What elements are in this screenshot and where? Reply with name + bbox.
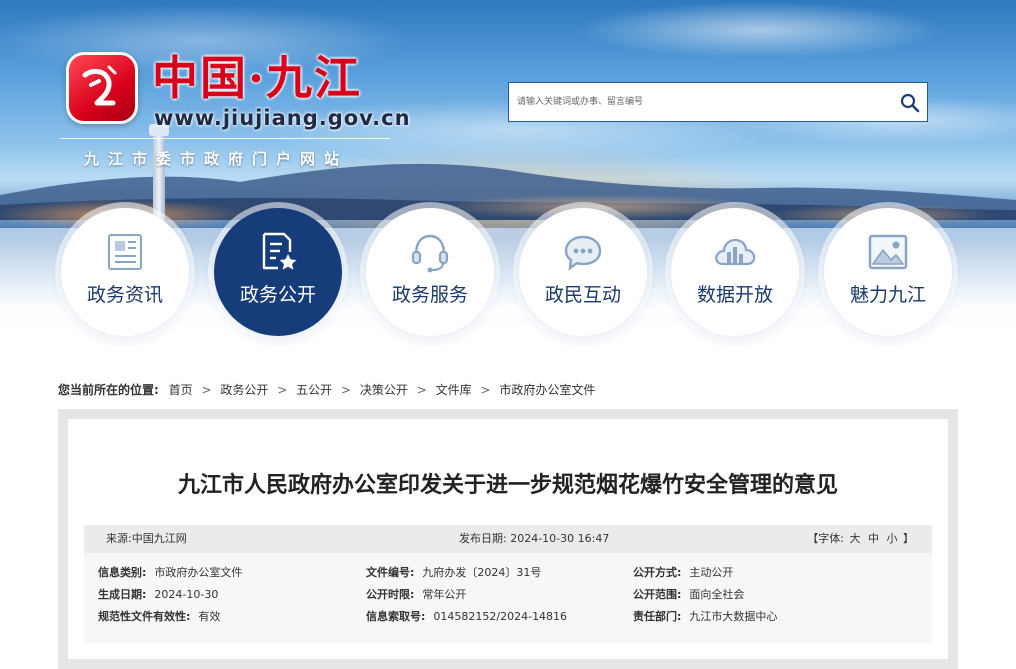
nav-label: 政务公开 xyxy=(239,284,316,306)
news-icon xyxy=(108,234,142,270)
breadcrumb-home[interactable]: 首页 xyxy=(169,383,193,397)
info-label: 信息类别: xyxy=(98,566,147,579)
article-meta-bar: 来源:中国九江网 发布日期: 2024-10-30 16:47 【字体: 大 中… xyxy=(84,525,932,553)
info-table: 信息类别: 市政府办公室文件 文件编号: 九府办发〔2024〕31号 公开方式: 主动… xyxy=(84,553,932,643)
nav-item-charm[interactable]: 魅力九江 xyxy=(824,208,952,336)
breadcrumb: 您当前所在的位置: 首页 > 政务公开 > 五公开 > 决策公开 > 文件库 >… xyxy=(58,381,595,398)
info-label: 文件编号: xyxy=(366,566,415,579)
info-validity: 规范性文件有效性: 有效 xyxy=(98,608,220,624)
info-label: 规范性文件有效性: xyxy=(98,610,191,623)
info-label: 生成日期: xyxy=(98,588,147,601)
breadcrumb-separator: > xyxy=(340,383,352,397)
info-value: 九江市大数据中心 xyxy=(689,610,778,623)
image-icon xyxy=(868,234,908,270)
breadcrumb-separator: > xyxy=(201,383,212,397)
emblem-icon xyxy=(82,65,117,106)
breadcrumb-lead: 您当前所在的位置: xyxy=(58,383,159,397)
breadcrumb-gov-open[interactable]: 政务公开 xyxy=(220,383,268,397)
site-logo-emblem[interactable] xyxy=(66,52,138,124)
chat-icon xyxy=(564,235,602,271)
nav-item-gov-open[interactable]: 政务公开 xyxy=(214,208,342,336)
info-doc-no: 文件编号: 九府办发〔2024〕31号 xyxy=(366,564,541,580)
breadcrumb-five-open[interactable]: 五公开 xyxy=(296,383,332,397)
info-label: 公开方式: xyxy=(633,566,682,579)
breadcrumb-separator: > xyxy=(416,383,427,397)
breadcrumb-file-library[interactable]: 文件库 xyxy=(436,383,472,397)
font-size-switcher: 【字体: 大 中 小 】 xyxy=(807,525,914,553)
font-size-bracket: 】 xyxy=(903,532,914,545)
breadcrumb-separator: > xyxy=(277,383,288,397)
info-label: 公开范围: xyxy=(633,588,682,601)
info-label: 信息索取号: xyxy=(366,610,426,623)
font-large-button[interactable]: 大 xyxy=(850,532,861,545)
info-value: 常年公开 xyxy=(422,588,467,601)
breadcrumb-separator: > xyxy=(480,383,491,397)
info-index-no: 信息索取号: 014582152/2024-14816 xyxy=(366,608,567,624)
font-medium-button[interactable]: 中 xyxy=(868,532,879,545)
font-small-button[interactable]: 小 xyxy=(887,532,898,545)
info-created: 生成日期: 2024-10-30 xyxy=(98,586,218,602)
font-size-label: 【字体: xyxy=(807,532,844,545)
info-label: 公开时限: xyxy=(366,588,415,601)
info-label: 责任部门: xyxy=(633,610,682,623)
site-url[interactable]: www.jiujiang.gov.cn xyxy=(154,106,411,130)
nav-label: 魅力九江 xyxy=(849,284,926,306)
logo-divider xyxy=(60,138,390,139)
nav-item-interaction[interactable]: 政民互动 xyxy=(519,208,647,336)
site-title[interactable]: 中国·九江 xyxy=(152,52,362,104)
info-value: 九府办发〔2024〕31号 xyxy=(422,566,542,579)
nav-label: 政民互动 xyxy=(544,284,621,306)
document-star-icon xyxy=(262,232,297,270)
info-value: 2024-10-30 xyxy=(154,588,219,601)
info-value: 014582152/2024-14816 xyxy=(433,610,568,623)
search-input[interactable] xyxy=(509,83,889,121)
search-box xyxy=(508,82,928,122)
article-publish-date: 发布日期: 2024-10-30 16:47 xyxy=(459,532,610,545)
search-icon xyxy=(900,93,920,113)
nav-item-news[interactable]: 政务资讯 xyxy=(61,208,189,336)
nav-label: 政务服务 xyxy=(391,284,468,306)
info-open-scope: 公开范围: 面向全社会 xyxy=(633,586,744,602)
article-source: 来源:中国九江网 xyxy=(106,532,187,545)
info-value: 市政府办公室文件 xyxy=(154,566,243,579)
info-category: 信息类别: 市政府办公室文件 xyxy=(98,564,242,580)
search-button[interactable] xyxy=(899,92,921,114)
info-value: 有效 xyxy=(198,610,221,623)
site-subtitle: 九江市委市政府门户网站 xyxy=(84,150,349,168)
breadcrumb-office-files[interactable]: 市政府办公室文件 xyxy=(499,383,595,397)
article-title: 九江市人民政府办公室印发关于进一步规范烟花爆竹安全管理的意见 xyxy=(177,473,838,498)
nav-item-open-data[interactable]: 数据开放 xyxy=(671,208,799,336)
info-dept: 责任部门: 九江市大数据中心 xyxy=(633,608,777,624)
info-value: 面向全社会 xyxy=(689,588,745,601)
data-cloud-icon xyxy=(715,238,756,266)
breadcrumb-decision-open[interactable]: 决策公开 xyxy=(360,383,408,397)
article-panel: 九江市人民政府办公室印发关于进一步规范烟花爆竹安全管理的意见 来源:中国九江网 … xyxy=(68,419,948,659)
nav-label: 政务资讯 xyxy=(86,284,163,306)
headset-icon xyxy=(411,234,449,273)
nav-item-gov-service[interactable]: 政务服务 xyxy=(366,208,494,336)
info-value: 主动公开 xyxy=(689,566,734,579)
info-open-method: 公开方式: 主动公开 xyxy=(633,564,733,580)
nav-label: 数据开放 xyxy=(696,284,773,306)
info-open-period: 公开时限: 常年公开 xyxy=(366,586,466,602)
